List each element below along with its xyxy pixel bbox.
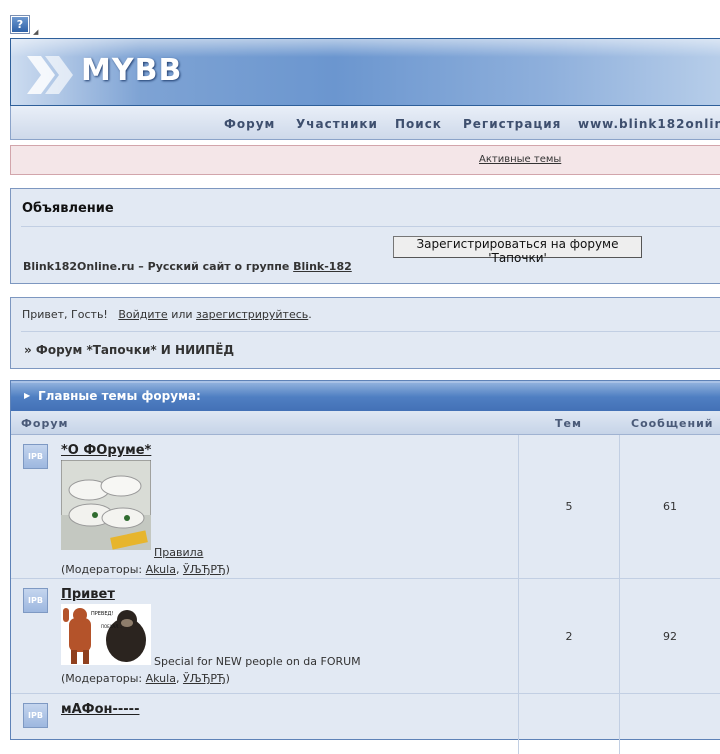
collapse-triangle-icon[interactable]: ▶ bbox=[24, 391, 30, 400]
logo-chevrons-icon bbox=[27, 56, 73, 94]
posts-count: 61 bbox=[663, 500, 677, 513]
divider bbox=[619, 694, 620, 754]
slippers-image bbox=[61, 460, 151, 550]
moderator-link[interactable]: ЎЉЂРЂ bbox=[183, 563, 226, 576]
forum-header: MYBB bbox=[10, 38, 720, 106]
image-caption-2: ПОЕХАЛ... bbox=[101, 624, 122, 629]
nav-forum[interactable]: Форум bbox=[224, 117, 275, 131]
register-forum-button[interactable]: Зарегистрироваться на форуме 'Тапочки' bbox=[393, 236, 642, 265]
register-link[interactable]: зарегистрируйтесь bbox=[196, 308, 308, 321]
moderator-link[interactable]: ЎЉЂРЂ bbox=[183, 672, 226, 685]
forum-category: ▶ Главные темы форума: Форум Тем Сообщен… bbox=[10, 380, 720, 754]
forum-row: IPB *О ФОруме* Правила (Модераторы: Akul… bbox=[11, 435, 720, 579]
login-link[interactable]: Войдите bbox=[118, 308, 167, 321]
logo-text[interactable]: MYBB bbox=[81, 53, 182, 88]
forum-row: IPB мАФон----- bbox=[11, 694, 720, 754]
divider bbox=[518, 579, 519, 693]
nav-members[interactable]: Участники bbox=[296, 117, 378, 131]
forum-status-icon: IPB bbox=[23, 444, 48, 469]
col-forum: Форум bbox=[21, 417, 69, 430]
mods-prefix: (Модераторы: bbox=[61, 563, 146, 576]
category-header[interactable]: ▶ Главные темы форума: bbox=[11, 381, 720, 411]
divider bbox=[619, 579, 620, 693]
forum-description: Special for NEW people on da FORUM bbox=[154, 655, 361, 668]
moderators-line: (Модераторы: Akula, ЎЉЂРЂ) bbox=[61, 563, 230, 576]
active-topics-bar: Активные темы bbox=[10, 145, 720, 175]
mods-separator: , bbox=[175, 563, 183, 576]
divider bbox=[518, 694, 519, 754]
announcement-text: Blink182Online.ru – Русский сайт о групп… bbox=[23, 260, 294, 273]
image-caption-1: ПРЕВЕД! bbox=[91, 611, 113, 617]
forum-title-link[interactable]: Привет bbox=[61, 587, 115, 602]
col-posts: Сообщений bbox=[631, 417, 714, 430]
guest-greeting: Привет, Гость! Войдите или зарегистрируй… bbox=[22, 308, 312, 321]
mods-separator: , bbox=[175, 672, 183, 685]
nav-site-link[interactable]: www.blink182online bbox=[578, 117, 720, 131]
forum-title-link[interactable]: мАФон----- bbox=[61, 702, 139, 717]
monkey-image: ПРЕВЕД! ПОЕХАЛ... bbox=[61, 604, 151, 665]
forum-row: IPB Привет ПРЕВЕД! ПОЕХАЛ... Special for… bbox=[11, 579, 720, 694]
nav-search[interactable]: Поиск bbox=[395, 117, 442, 131]
help-icon-glyph: ? bbox=[12, 17, 28, 32]
forum-status-icon: IPB bbox=[23, 703, 48, 728]
mods-suffix: ) bbox=[225, 672, 230, 685]
nav-register[interactable]: Регистрация bbox=[463, 117, 561, 131]
or-text: или bbox=[171, 308, 193, 321]
divider bbox=[518, 435, 519, 578]
mods-suffix: ) bbox=[225, 563, 230, 576]
col-topics: Тем bbox=[555, 417, 582, 430]
corner-arrow-icon: ◢ bbox=[33, 28, 39, 36]
announcement-description: Blink182Online.ru – Русский сайт о групп… bbox=[23, 260, 352, 273]
divider bbox=[619, 435, 620, 578]
breadcrumb[interactable]: » Форум *Тапочки* И НИИПЁД bbox=[24, 343, 234, 357]
welcome-panel: Привет, Гость! Войдите или зарегистрируй… bbox=[10, 297, 720, 369]
moderator-link[interactable]: Akula bbox=[146, 563, 176, 576]
announcement-title: Объявление bbox=[22, 201, 114, 216]
help-icon[interactable]: ? bbox=[10, 15, 30, 34]
forum-status-icon: IPB bbox=[23, 588, 48, 613]
topics-count: 2 bbox=[565, 630, 573, 643]
divider bbox=[21, 226, 720, 227]
main-nav: Форум Участники Поиск Регистрация www.bl… bbox=[10, 106, 720, 140]
forum-title-link[interactable]: *О ФОруме* bbox=[61, 443, 151, 458]
moderator-link[interactable]: Akula bbox=[146, 672, 176, 685]
mods-prefix: (Модераторы: bbox=[61, 672, 146, 685]
topics-count: 5 bbox=[565, 500, 573, 513]
period-text: . bbox=[308, 308, 312, 321]
greeting-text: Привет, Гость! bbox=[22, 308, 108, 321]
divider bbox=[21, 331, 720, 332]
active-topics-link[interactable]: Активные темы bbox=[479, 154, 561, 165]
posts-count: 92 bbox=[663, 630, 677, 643]
forum-description-link[interactable]: Правила bbox=[154, 546, 203, 559]
column-headers: Форум Тем Сообщений bbox=[11, 411, 720, 435]
blink182-link[interactable]: Blink-182 bbox=[293, 260, 352, 273]
moderators-line: (Модераторы: Akula, ЎЉЂРЂ) bbox=[61, 672, 230, 685]
announcement-panel: Объявление Зарегистрироваться на форуме … bbox=[10, 188, 720, 284]
category-title: Главные темы форума: bbox=[38, 389, 201, 403]
